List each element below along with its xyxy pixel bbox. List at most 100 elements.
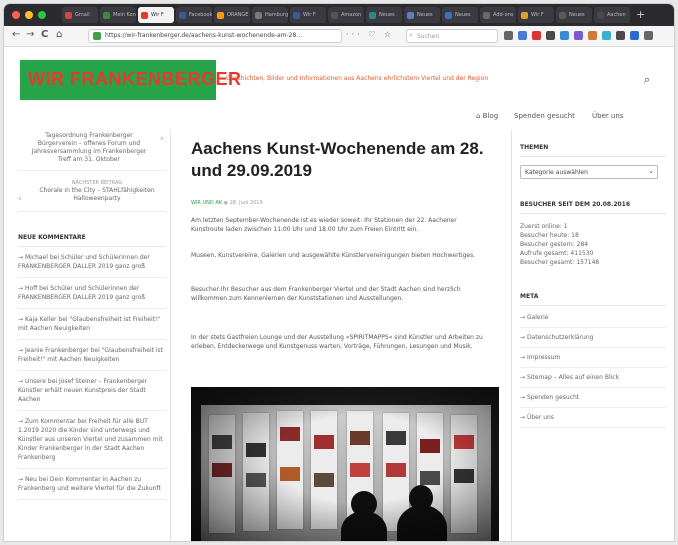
meta-menu-item[interactable]: → Datenschutzerklärung bbox=[520, 328, 666, 348]
browser-tab[interactable]: Amazon bbox=[328, 7, 364, 23]
image-vignette bbox=[191, 387, 499, 541]
browser-tab[interactable]: Wir F bbox=[518, 7, 554, 23]
comment-item[interactable]: → Jeanie Frankenberger bei "Glaubensfrei… bbox=[18, 340, 166, 371]
comment-item[interactable]: → Zum Kommentar bei Freiheit für alle BU… bbox=[18, 411, 166, 469]
comment-text: Jeanie Frankenberger bei "Glaubensfreihe… bbox=[18, 347, 164, 363]
right-sidebar: THEMEN Kategorie auswählen ⌄ BESUCHER SE… bbox=[520, 144, 666, 541]
tab-favicon-icon bbox=[179, 11, 186, 19]
browser-tab[interactable]: Aachen bbox=[594, 7, 630, 23]
post-paragraph: Am letzten September-Wochenende ist es w… bbox=[191, 217, 457, 233]
comment-item[interactable]: → Unsere bei Josef Steiner – Frankenberg… bbox=[18, 371, 166, 411]
new-tab-button[interactable]: + bbox=[636, 7, 645, 23]
tab-title: Mein Konto bbox=[113, 12, 136, 18]
meta-menu-item[interactable]: → Spenden gesucht bbox=[520, 388, 666, 408]
browser-tab[interactable]: Neues bbox=[556, 7, 592, 23]
tab-title: Aachen bbox=[607, 12, 626, 18]
browser-tab[interactable]: Mein Konto bbox=[100, 7, 136, 23]
extension-icon[interactable] bbox=[518, 31, 527, 40]
search-icon[interactable]: ⌕ bbox=[644, 73, 650, 87]
site-logo[interactable]: WIR FRANKENBERGER bbox=[20, 60, 241, 100]
browser-tab[interactable]: Wir F bbox=[138, 7, 174, 23]
tab-title: Neues bbox=[379, 12, 395, 18]
browser-tab[interactable]: Neues bbox=[366, 7, 402, 23]
extension-icons bbox=[504, 31, 653, 40]
browser-tab[interactable]: Neues bbox=[442, 7, 478, 23]
previous-post-link[interactable]: Tagesordnung Frankenberger Bürgerverein … bbox=[18, 132, 166, 171]
extension-icon[interactable] bbox=[532, 31, 541, 40]
comment-item[interactable]: → Michael bei Schüler und Schülerinnen d… bbox=[18, 247, 166, 278]
meta-menu-item[interactable]: → Galerie bbox=[520, 308, 666, 328]
tab-title: Amazon bbox=[341, 12, 362, 18]
back-icon[interactable]: ← bbox=[12, 29, 20, 40]
comment-item[interactable]: → Neu bei Dein Kommentar in Aachen zu Fr… bbox=[18, 469, 166, 500]
tab-title: Neues bbox=[455, 12, 471, 18]
next-post-title: Chorale in the City – STAHLfähigkeiten H… bbox=[39, 187, 155, 202]
meta-menu-label: Impressum bbox=[526, 354, 561, 361]
tab-title: Wir F bbox=[303, 12, 316, 18]
extension-icon[interactable] bbox=[546, 31, 555, 40]
tab-favicon-icon bbox=[483, 11, 490, 19]
browser-tab[interactable]: Hamburg bbox=[252, 7, 288, 23]
tab-favicon-icon bbox=[293, 11, 300, 19]
window-controls bbox=[12, 11, 46, 19]
browser-tab[interactable]: ORANGE bbox=[214, 7, 250, 23]
page-actions[interactable]: ··· ♡ ☆ bbox=[346, 30, 394, 39]
post-author[interactable]: WIR UND AK bbox=[191, 200, 222, 206]
tab-favicon-icon bbox=[65, 11, 72, 19]
comment-text: Zum Kommentar bei Freiheit für alle BUT … bbox=[18, 418, 163, 461]
post-date: 28. Juni 2019 bbox=[229, 200, 263, 206]
post-meta: WIR UND AK ● 28. Juni 2019 bbox=[191, 200, 263, 206]
address-bar[interactable]: https://wir-frankenberger.de/aachens-kun… bbox=[88, 29, 342, 43]
extension-icon[interactable] bbox=[574, 31, 583, 40]
browser-tab[interactable]: Wir F bbox=[290, 7, 326, 23]
extension-icon[interactable] bbox=[560, 31, 569, 40]
meta-menu-item[interactable]: → Sitemap – Alles auf einen Blick bbox=[520, 368, 666, 388]
comments-heading: NEUE KOMMENTARE bbox=[18, 234, 166, 247]
minimize-window-icon[interactable] bbox=[25, 11, 33, 19]
chevron-left-icon[interactable]: ‹ bbox=[18, 194, 22, 204]
comment-item[interactable]: → Kaja Keller bei "Glaubensfreiheit ist … bbox=[18, 309, 166, 340]
tab-strip: Gmail Mein Konto Wir F Facebook ORANGE Hambur… bbox=[62, 7, 645, 23]
meta-menu: → Galerie → Datenschutzerklärung → Impress… bbox=[520, 308, 666, 428]
forward-icon[interactable]: → bbox=[26, 29, 34, 40]
tab-title: Neues bbox=[569, 12, 585, 18]
next-post-label: NÄCHSTER BEITRAG bbox=[71, 180, 123, 186]
extension-icon[interactable] bbox=[588, 31, 597, 40]
reload-icon[interactable]: C bbox=[41, 29, 48, 40]
chevron-right-icon[interactable]: › bbox=[160, 134, 164, 144]
category-select-value: Kategorie auswählen bbox=[525, 169, 588, 176]
extension-icon[interactable] bbox=[504, 31, 513, 40]
meta-menu-item[interactable]: → Über uns bbox=[520, 408, 666, 428]
extension-icon[interactable] bbox=[602, 31, 611, 40]
nav-blog[interactable]: ⌂ Blog bbox=[476, 112, 498, 120]
nav-spenden[interactable]: Spenden gesucht bbox=[514, 112, 575, 120]
comment-item[interactable]: → Hoff bei Schüler und Schülerinnen der … bbox=[18, 278, 166, 309]
home-icon: ⌂ bbox=[476, 112, 483, 120]
meta-menu-label: Datenschutzerklärung bbox=[526, 334, 594, 341]
next-post-link[interactable]: NÄCHSTER BEITRAG Chorale in the City – S… bbox=[18, 171, 166, 212]
comment-text: Michael bei Schüler und Schülerinnen der… bbox=[18, 254, 150, 270]
nav-ueber-uns[interactable]: Über uns bbox=[592, 112, 624, 120]
extension-icon[interactable] bbox=[616, 31, 625, 40]
comment-text: Unsere bei Josef Steiner – Frankenberger… bbox=[18, 378, 148, 403]
left-sidebar: Tagesordnung Frankenberger Bürgerverein … bbox=[18, 132, 166, 541]
meta-menu-label: Spenden gesucht bbox=[526, 394, 580, 401]
maximize-window-icon[interactable] bbox=[38, 11, 46, 19]
meta-menu-item[interactable]: → Impressum bbox=[520, 348, 666, 368]
tab-title: Facebook bbox=[189, 12, 212, 18]
tab-bar: Gmail Mein Konto Wir F Facebook ORANGE Hambur… bbox=[4, 4, 674, 26]
browser-tab[interactable]: Neues bbox=[404, 7, 440, 23]
post-image[interactable] bbox=[191, 387, 499, 541]
chevron-down-icon: ⌄ bbox=[648, 167, 654, 175]
site-header: WIR FRANKENBERGER Geschichten, Bilder un… bbox=[4, 47, 674, 127]
post-paragraph: In der stets Gastfreien Lounge und der A… bbox=[191, 334, 483, 350]
browser-tab[interactable]: Add-ons bbox=[480, 7, 516, 23]
close-window-icon[interactable] bbox=[12, 11, 20, 19]
search-input[interactable]: ⌕ Suchen bbox=[406, 29, 498, 43]
browser-tab[interactable]: Gmail bbox=[62, 7, 98, 23]
browser-tab[interactable]: Facebook bbox=[176, 7, 212, 23]
category-select[interactable]: Kategorie auswählen ⌄ bbox=[520, 165, 658, 179]
extension-icon[interactable] bbox=[630, 31, 639, 40]
home-icon[interactable]: ⌂ bbox=[56, 29, 62, 40]
extension-icon[interactable] bbox=[644, 31, 653, 40]
